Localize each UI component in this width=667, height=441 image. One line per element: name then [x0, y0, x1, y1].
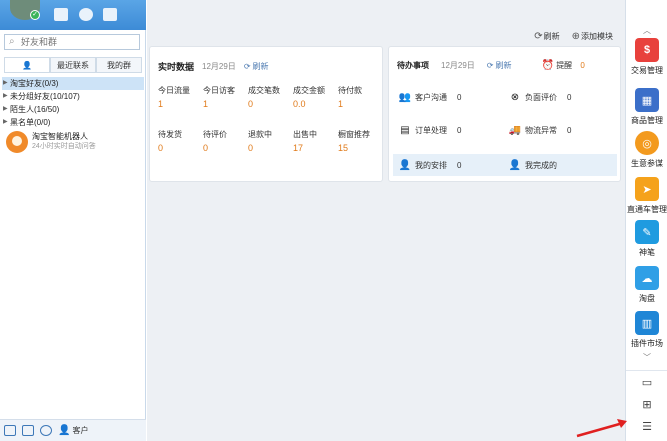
mail-icon[interactable]	[103, 8, 117, 21]
card-title: 待办事项	[397, 61, 429, 70]
todo-order-processing[interactable]: ▤ 订单处理 0	[399, 124, 461, 136]
card-title: 实时数据	[158, 62, 195, 72]
dock-through-train[interactable]: ➤ 直通车管理	[626, 177, 667, 215]
chevron-down-icon[interactable]: ﹀	[626, 352, 667, 363]
todo-my-completed[interactable]: 👤 我完成的	[509, 159, 557, 171]
dock-magic-pen[interactable]: ✎ 神笔	[626, 220, 667, 258]
stats-row: 待发货 0 待评价 0 退款中 0 出售中 17 橱窗推荐 15	[158, 129, 383, 155]
refresh-icon: ⟳	[486, 61, 494, 70]
profile-bar: ✓	[0, 0, 146, 30]
refresh-icon: ⟳	[243, 62, 251, 71]
group-ungrouped[interactable]: ▶ 未分组好友(10/107)	[2, 90, 144, 103]
goods-icon: ▦	[635, 88, 659, 112]
dock-goods-management[interactable]: ▦ 商品管理	[626, 88, 667, 126]
app-center-icon[interactable]	[79, 8, 93, 21]
dock-taopan[interactable]: ☁ 淘盘	[626, 266, 667, 304]
todo-logistics-exception[interactable]: 🚚 物流异常 0	[508, 124, 572, 136]
dock-plugin-market[interactable]: ▥ 插件市场	[626, 311, 667, 349]
negative-icon: ⊗	[510, 91, 520, 103]
stat-today-visitors[interactable]: 今日访客 1	[203, 85, 248, 111]
plus-circle-icon: ⊕	[571, 31, 580, 42]
contact-panel: ✓ ⌕ 👤 最近联系 我的群 ▶淘宝好友(0/3) ▶未分组好友(10/107)…	[0, 0, 146, 441]
truck-icon: 🚚	[508, 124, 522, 136]
contact-tabs: 👤 最近联系 我的群	[4, 57, 142, 73]
robot-name: 淘宝智能机器人	[32, 132, 88, 141]
person-check-icon: 👤	[508, 159, 522, 171]
dock-business-advisor[interactable]: ◎ 生意参谋	[626, 131, 667, 169]
stats-row: 今日流量 1 今日访客 1 成交笔数 0 成交金额 0.0 待付款 1	[158, 85, 383, 111]
todo-customer-communication[interactable]: 👥 客户沟通 0	[398, 91, 462, 103]
stat-to-ship[interactable]: 待发货 0	[158, 129, 203, 155]
add-module-button[interactable]: ⊕添加模块	[572, 31, 613, 42]
people-icon: 👥	[398, 91, 412, 103]
trade-icon: $	[635, 38, 659, 62]
search-people-icon[interactable]	[40, 425, 52, 436]
stat-amount[interactable]: 成交金额 0.0	[293, 85, 338, 111]
online-status-icon: ✓	[30, 10, 40, 20]
pen-icon: ✎	[635, 220, 659, 244]
stat-pending-payment[interactable]: 待付款 1	[338, 85, 383, 111]
stat-today-traffic[interactable]: 今日流量 1	[158, 85, 203, 111]
dock-trade-management[interactable]: $ 交易管理	[626, 38, 667, 76]
customer-button[interactable]: 👤 客户	[58, 425, 88, 436]
search-icon: ⌕	[9, 36, 15, 47]
reminder-button[interactable]: ⏰ 提醒 0	[542, 60, 585, 71]
contact-list: ▶ 淘宝好友(0/3) ▶ 未分组好友(10/107) ▶ 陌生人(16/50) ▶ 黑…	[2, 77, 144, 159]
contact-search[interactable]: ⌕	[4, 34, 140, 50]
menu-list-icon[interactable]: ☰	[626, 415, 667, 437]
customer-icon: 👤	[58, 425, 71, 436]
person-icon: 👤	[22, 61, 32, 70]
list-icon: ▤	[400, 124, 410, 136]
workspace-actions: ⟳刷新 ⊕添加模块	[534, 31, 613, 42]
plugin-dock: ︿ $ 交易管理 ▦ 商品管理 ◎ 生意参谋 ➤ 直通车管理 ✎ 神笔 ☁ 淘盘…	[625, 0, 667, 441]
inbox-icon[interactable]	[22, 425, 34, 436]
realtime-data-card: 实时数据 12月29日 ⟳ 刷新 今日流量 1 今日访客 1 成交笔数 0 成交金额 0.…	[149, 46, 383, 182]
chevron-up-icon[interactable]: ︿	[626, 25, 667, 36]
grid-icon[interactable]: ⊞	[626, 393, 667, 415]
realtime-refresh-button[interactable]: ⟳ 刷新	[244, 61, 269, 72]
card-icon[interactable]	[54, 8, 68, 21]
robot-avatar	[6, 131, 28, 153]
card-date: 12月29日	[441, 61, 475, 70]
todo-refresh-button[interactable]: ⟳ 刷新	[487, 60, 512, 71]
stat-orders[interactable]: 成交笔数 0	[248, 85, 293, 111]
cloud-icon: ☁	[635, 266, 659, 290]
chevron-right-icon: ▶	[3, 93, 8, 99]
card-date: 12月29日	[202, 62, 236, 71]
workspace: ⟳刷新 ⊕添加模块 实时数据 12月29日 ⟳ 刷新 今日流量 1 今日访客 1 成交…	[147, 0, 625, 441]
refresh-button[interactable]: ⟳刷新	[534, 31, 559, 42]
layout-toggle-icon[interactable]: ▭	[626, 371, 667, 393]
todo-my-arrangements[interactable]: 👤 我的安排 0	[398, 159, 462, 171]
store-icon: ▥	[635, 311, 659, 335]
todo-card: 待办事项 12月29日 ⟳ 刷新 ⏰ 提醒 0 👥 客户沟通 0 ⊗ 负面评价 0 ▤ 订单…	[388, 46, 621, 182]
group-taobao-friends[interactable]: ▶ 淘宝好友(0/3)	[2, 77, 144, 90]
tab-groups[interactable]: 我的群	[96, 57, 142, 73]
todo-negative-reviews[interactable]: ⊗ 负面评价 0	[509, 91, 572, 103]
list-item[interactable]: 淘宝智能机器人 24小时实时自动问答	[2, 129, 144, 159]
group-strangers[interactable]: ▶ 陌生人(16/50)	[2, 103, 144, 116]
refresh-icon: ⟳	[534, 31, 543, 42]
stat-on-sale[interactable]: 出售中 17	[293, 129, 338, 155]
left-bottom-bar: 👤 客户	[0, 419, 146, 441]
tab-contacts[interactable]: 👤	[4, 57, 50, 73]
group-blacklist[interactable]: ▶ 黑名单(0/0)	[2, 116, 144, 129]
search-input[interactable]	[21, 36, 136, 48]
chevron-right-icon: ▶	[3, 80, 8, 86]
dock-tools: ▭ ⊞ ☰	[626, 370, 667, 437]
chevron-right-icon: ▶	[3, 106, 8, 112]
alarm-clock-icon: ⏰	[541, 60, 554, 71]
store-icon[interactable]	[4, 425, 16, 436]
stat-refunding[interactable]: 退款中 0	[248, 129, 293, 155]
tab-recent[interactable]: 最近联系	[50, 57, 96, 73]
stat-window-recommend[interactable]: 橱窗推荐 15	[338, 129, 383, 155]
car-icon: ➤	[635, 177, 659, 201]
compass-icon: ◎	[635, 131, 659, 155]
stat-to-review[interactable]: 待评价 0	[203, 129, 248, 155]
person-plus-icon: 👤	[398, 159, 412, 171]
robot-desc: 24小时实时自动问答	[32, 143, 96, 150]
chevron-right-icon: ▶	[3, 119, 8, 125]
